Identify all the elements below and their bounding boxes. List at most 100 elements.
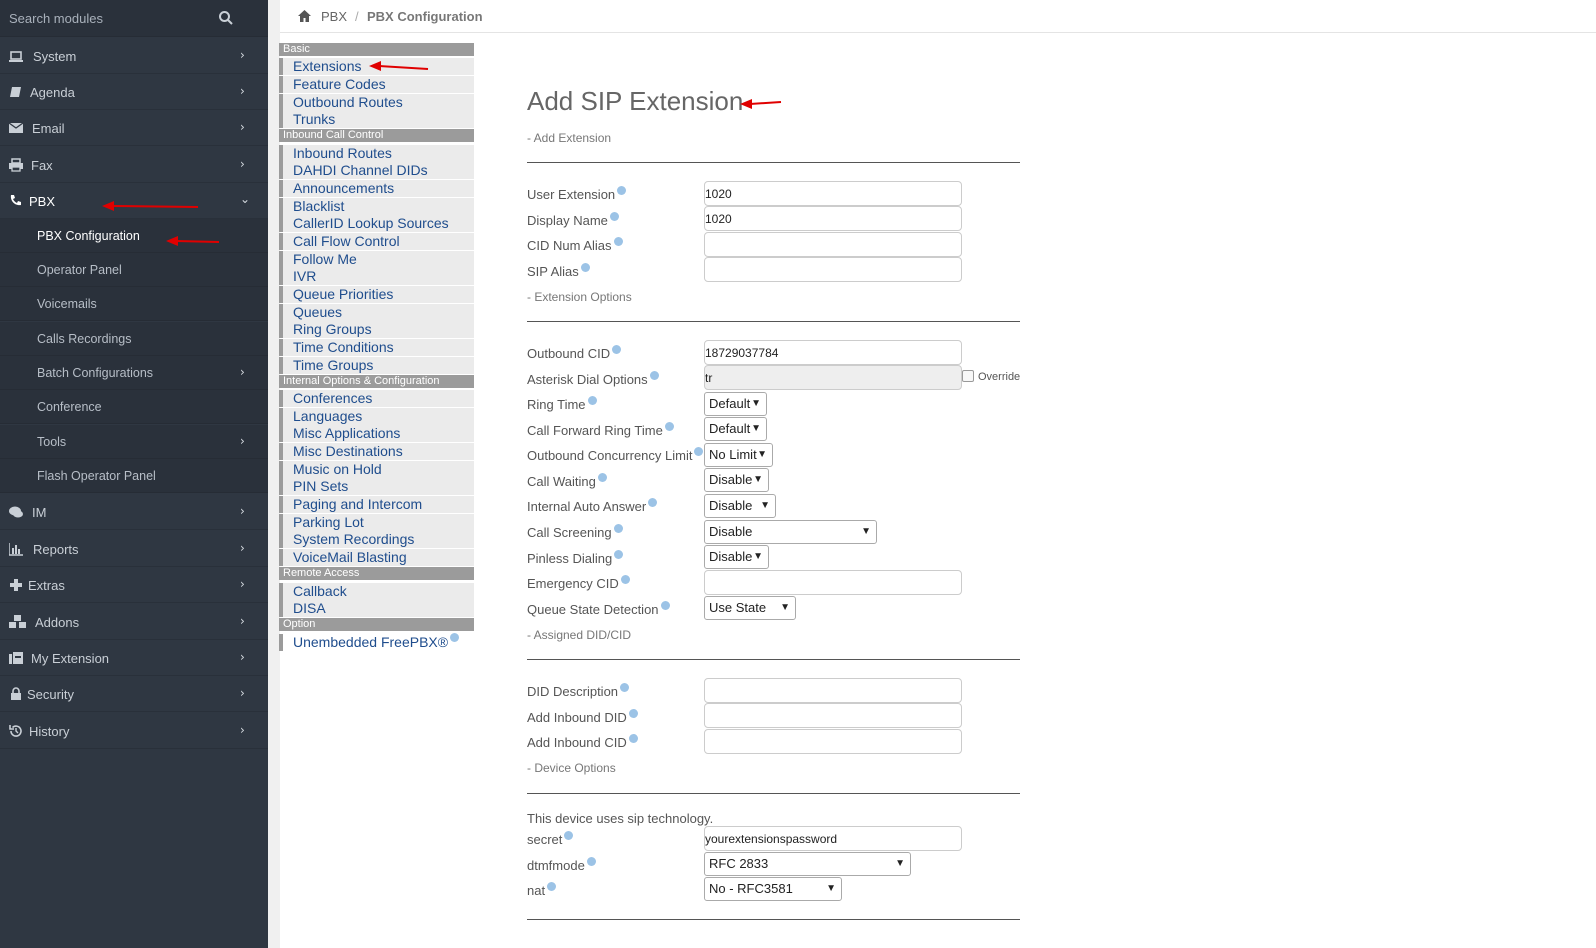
user-extension-input[interactable] — [704, 181, 962, 206]
add-inbound-cid-input[interactable] — [704, 729, 962, 754]
sidebar-item-extras[interactable]: Extras › — [0, 567, 268, 603]
sidebar-item-label: Email — [32, 121, 65, 136]
menu-item-callback[interactable]: Callback — [279, 583, 474, 600]
help-icon[interactable] — [628, 709, 638, 718]
menu-item-trunks[interactable]: Trunks — [279, 111, 474, 128]
secret-input[interactable] — [704, 826, 962, 851]
menu-item-queue-priorities[interactable]: Queue Priorities — [279, 286, 474, 303]
menu-item-disa[interactable]: DISA — [279, 600, 474, 617]
menu-item-conferences[interactable]: Conferences — [279, 390, 474, 407]
help-icon[interactable] — [612, 345, 622, 354]
sidebar-item-fax[interactable]: Fax › — [0, 147, 268, 183]
sidebar-item-agenda[interactable]: Agenda › — [0, 74, 268, 110]
add-inbound-did-input[interactable] — [704, 703, 962, 728]
help-icon[interactable] — [660, 601, 670, 610]
call-waiting-select[interactable]: Disable ▼ — [704, 468, 769, 492]
menu-item-music-on-hold[interactable]: Music on Hold — [279, 461, 474, 478]
help-icon[interactable] — [597, 473, 607, 482]
menu-item-follow-me[interactable]: Follow Me — [279, 251, 474, 268]
sidebar-subitem-operator-panel[interactable]: Operator Panel — [0, 253, 268, 287]
menu-item-ivr[interactable]: IVR — [279, 268, 474, 285]
queue-state-select[interactable]: Use State ▼ — [704, 596, 796, 620]
sidebar-item-email[interactable]: Email › — [0, 110, 268, 146]
help-icon[interactable] — [587, 396, 597, 405]
menu-item-queues[interactable]: Queues — [279, 304, 474, 321]
help-icon[interactable] — [547, 882, 557, 891]
sidebar-subitem-tools[interactable]: Tools › — [0, 425, 268, 459]
sidebar-item-addons[interactable]: Addons › — [0, 604, 268, 640]
help-icon[interactable] — [620, 683, 630, 692]
did-description-input[interactable] — [704, 678, 962, 703]
caret-down-icon: ▼ — [757, 449, 767, 460]
menu-item-call-flow-control[interactable]: Call Flow Control — [279, 233, 474, 250]
help-icon[interactable] — [613, 237, 623, 246]
override-checkbox[interactable] — [962, 370, 974, 382]
menu-item-misc-applications[interactable]: Misc Applications — [279, 425, 474, 442]
dtmfmode-select[interactable]: RFC 2833 ▼ — [704, 852, 911, 876]
menu-item-paging-and-intercom[interactable]: Paging and Intercom — [279, 496, 474, 513]
help-icon[interactable] — [694, 447, 704, 456]
sidebar-subitem-voicemails[interactable]: Voicemails — [0, 287, 268, 321]
menu-item-announcements[interactable]: Announcements — [279, 180, 474, 197]
display-name-input[interactable] — [704, 206, 962, 231]
help-icon[interactable] — [450, 633, 460, 642]
menu-item-pin-sets[interactable]: PIN Sets — [279, 478, 474, 495]
emergency-cid-input[interactable] — [704, 570, 962, 595]
ring-time-select[interactable]: Default ▼ — [704, 392, 767, 416]
breadcrumb-pbx[interactable]: PBX — [321, 9, 347, 24]
envelope-icon — [9, 122, 23, 133]
call-screening-select[interactable]: Disable ▼ — [704, 520, 877, 544]
menu-item-misc-destinations[interactable]: Misc Destinations — [279, 443, 474, 460]
menu-item-outbound-routes[interactable]: Outbound Routes — [279, 94, 474, 111]
help-icon[interactable] — [648, 498, 658, 507]
menu-item-voicemail-blasting[interactable]: VoiceMail Blasting — [279, 549, 474, 566]
menu-item-dahdi-channel-dids[interactable]: DAHDI Channel DIDs — [279, 162, 474, 179]
menu-item-time-conditions[interactable]: Time Conditions — [279, 339, 474, 356]
help-icon[interactable] — [614, 550, 624, 559]
nat-select[interactable]: No - RFC3581 ▼ — [704, 877, 842, 901]
sidebar-item-history[interactable]: History › — [0, 713, 268, 749]
outbound-cid-input[interactable] — [704, 340, 962, 365]
cf-ring-time-select[interactable]: Default ▼ — [704, 417, 767, 441]
help-icon[interactable] — [617, 186, 627, 195]
sidebar-subitem-batch-configurations[interactable]: Batch Configurations › — [0, 356, 268, 390]
help-icon[interactable] — [580, 263, 590, 272]
menu-item-parking-lot[interactable]: Parking Lot — [279, 514, 474, 531]
menu-item-inbound-routes[interactable]: Inbound Routes — [279, 145, 474, 162]
sidebar-item-im[interactable]: IM › — [0, 494, 268, 530]
sidebar-subitem-pbx-configuration[interactable]: PBX Configuration — [0, 219, 268, 253]
menu-item-callerid-lookup-sources[interactable]: CallerID Lookup Sources — [279, 215, 474, 232]
help-icon[interactable] — [620, 575, 630, 584]
sidebar-item-system[interactable]: System › — [0, 38, 268, 74]
help-icon[interactable] — [628, 734, 638, 743]
menu-item-time-groups[interactable]: Time Groups — [279, 357, 474, 374]
help-icon[interactable] — [564, 831, 574, 840]
cid-num-alias-input[interactable] — [704, 232, 962, 257]
concurrency-limit-select[interactable]: No Limit ▼ — [704, 443, 773, 467]
menu-item-ring-groups[interactable]: Ring Groups — [279, 321, 474, 338]
sidebar-item-reports[interactable]: Reports › — [0, 531, 268, 567]
sidebar-item-my-extension[interactable]: My Extension › — [0, 640, 268, 676]
menu-item-languages[interactable]: Languages — [279, 408, 474, 425]
help-icon[interactable] — [586, 857, 596, 866]
help-icon[interactable] — [649, 371, 659, 380]
help-icon[interactable] — [609, 212, 619, 221]
menu-item-unembedded-freepbx[interactable]: Unembedded FreePBX® — [279, 633, 474, 651]
help-icon[interactable] — [664, 422, 674, 431]
menu-item-blacklist[interactable]: Blacklist — [279, 198, 474, 215]
home-icon[interactable] — [298, 10, 311, 22]
menu-item-system-recordings[interactable]: System Recordings — [279, 531, 474, 548]
sidebar-subitem-flash-operator-panel[interactable]: Flash Operator Panel — [0, 459, 268, 493]
sidebar-subitem-calls-recordings[interactable]: Calls Recordings — [0, 322, 268, 356]
annotation-arrow-icon — [369, 61, 429, 71]
auto-answer-select[interactable]: Disable ▼ — [704, 494, 776, 518]
pinless-dialing-select[interactable]: Disable ▼ — [704, 545, 769, 569]
sip-alias-input[interactable] — [704, 257, 962, 282]
menu-item-feature-codes[interactable]: Feature Codes — [279, 76, 474, 93]
call-screening-label: Call Screening — [527, 524, 623, 540]
help-icon[interactable] — [613, 524, 623, 533]
sidebar-subitem-conference[interactable]: Conference — [0, 390, 268, 424]
search-icon[interactable] — [218, 10, 234, 26]
sidebar-item-security[interactable]: Security › — [0, 676, 268, 712]
lock-icon — [11, 687, 21, 700]
